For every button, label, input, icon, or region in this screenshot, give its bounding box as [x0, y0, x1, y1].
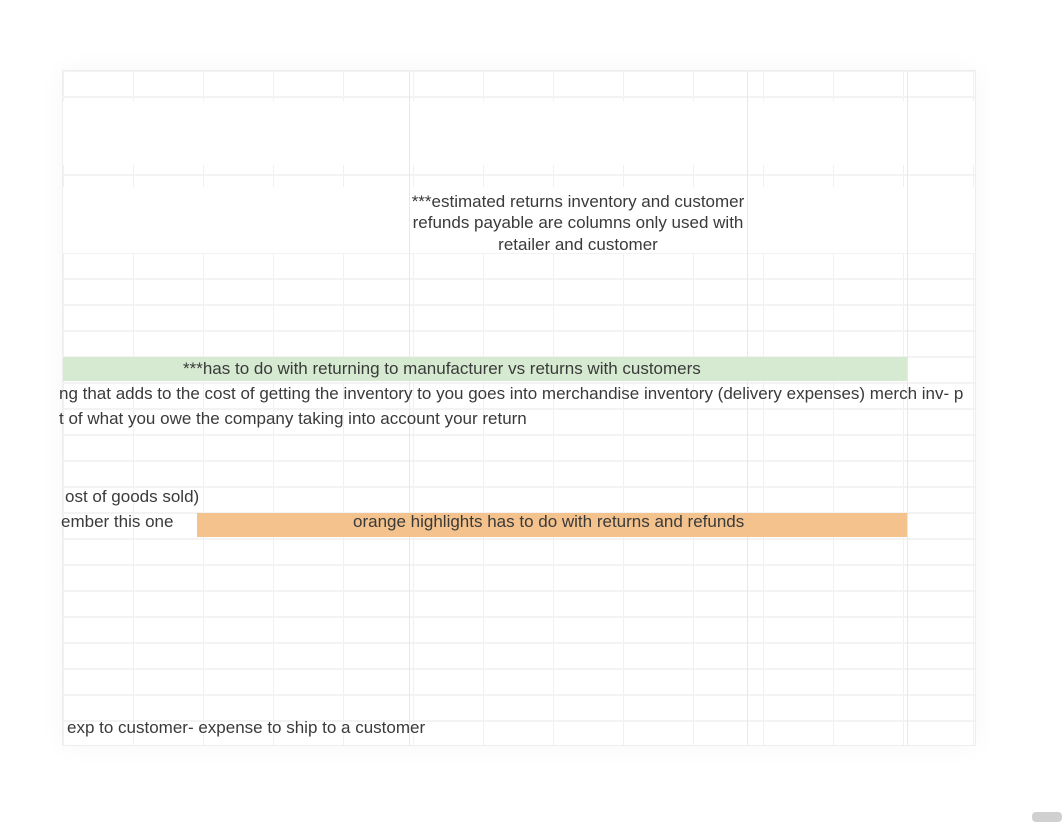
cell-text-remember-fragment: ember this one	[61, 512, 173, 532]
merged-row-1	[63, 101, 975, 165]
orange-highlight-text: orange highlights has to do with returns…	[353, 512, 744, 532]
spreadsheet-viewport: ***estimated returns inventory and custo…	[62, 70, 976, 746]
column-divider	[747, 71, 748, 745]
horizontal-scrollbar-thumb[interactable]	[1032, 812, 1062, 822]
cell-text-owe-company: t of what you owe the company taking int…	[59, 409, 527, 429]
note-estimated-returns: ***estimated returns inventory and custo…	[409, 191, 747, 255]
column-divider	[907, 71, 908, 745]
green-highlight-text: ***has to do with returning to manufactu…	[183, 359, 701, 379]
cell-text-shipping-expense: exp to customer- expense to ship to a cu…	[67, 718, 425, 738]
column-divider	[409, 71, 410, 745]
cell-text-merch-inventory: ng that adds to the cost of getting the …	[59, 384, 963, 404]
cell-text-cogs-fragment: ost of goods sold)	[65, 487, 199, 507]
